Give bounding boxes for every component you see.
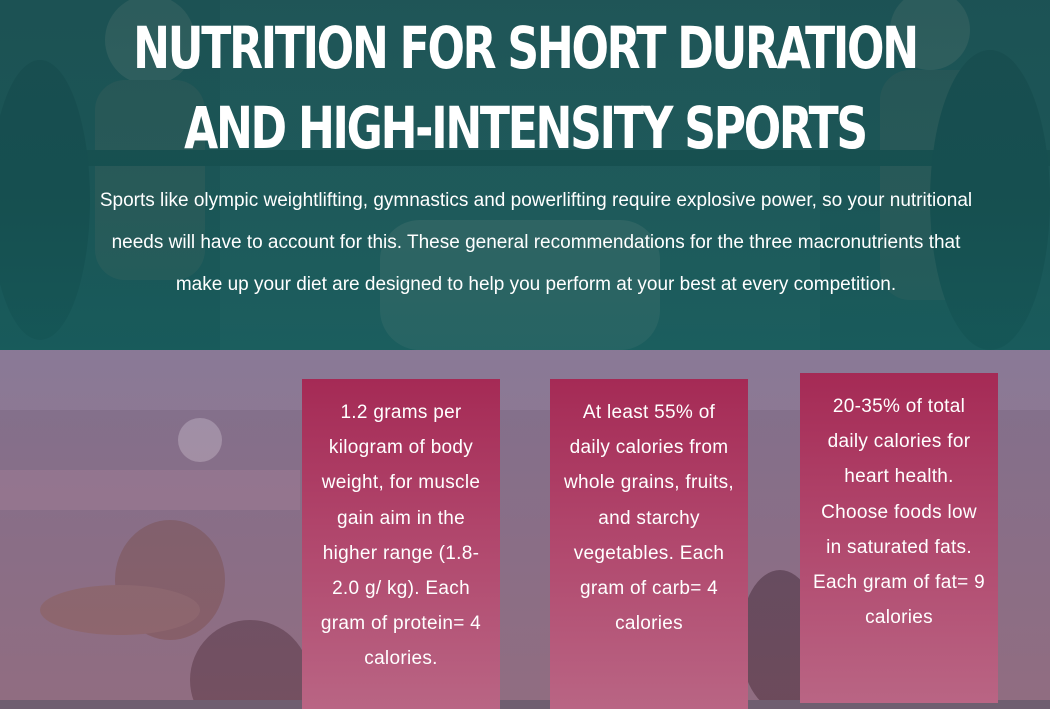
- fat-card-text: 20-35% of total daily calories for heart…: [812, 396, 986, 629]
- hero-banner: NUTRITION FOR SHORT DURATION AND HIGH-IN…: [0, 0, 1050, 350]
- protein-card: 1.2 grams per kilogram of body weight, f…: [302, 379, 500, 709]
- page-title-line-2: AND HIGH-INTENSITY SPORTS: [184, 94, 868, 162]
- intro-paragraph: Sports like olympic weightlifting, gymna…: [99, 190, 973, 295]
- carbohydrate-card-text: At least 55% of daily calories from whol…: [564, 402, 734, 635]
- page-title: NUTRITION FOR SHORT DURATION AND HIGH-IN…: [126, 8, 924, 168]
- carbohydrate-card: At least 55% of daily calories from whol…: [550, 379, 748, 709]
- protein-card-text: 1.2 grams per kilogram of body weight, f…: [320, 402, 482, 670]
- fat-card: 20-35% of total daily calories for heart…: [800, 373, 998, 703]
- page-title-line-1: NUTRITION FOR SHORT DURATION: [133, 14, 919, 82]
